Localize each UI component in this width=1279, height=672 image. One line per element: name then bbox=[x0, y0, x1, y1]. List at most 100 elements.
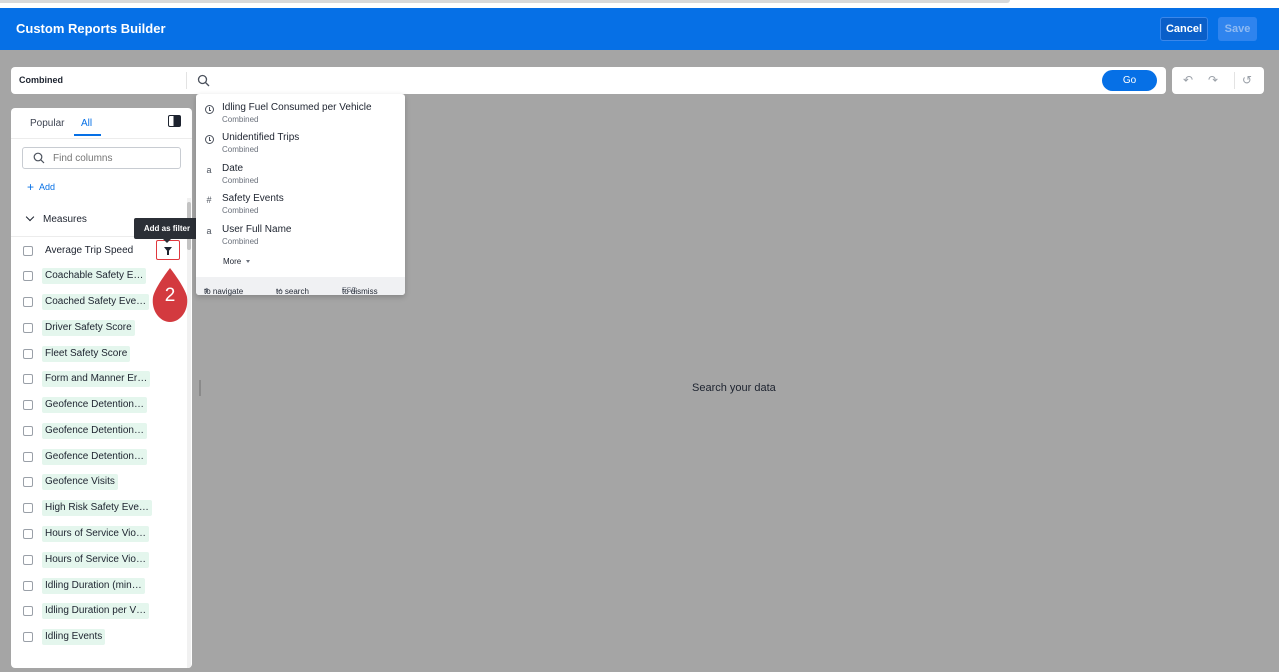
undo-icon[interactable]: ↶ bbox=[1181, 73, 1195, 87]
checkbox[interactable] bbox=[23, 297, 33, 307]
caret-down-icon bbox=[246, 260, 251, 263]
suggestion-name: User Full Name bbox=[222, 224, 292, 235]
checkbox[interactable] bbox=[23, 426, 33, 436]
search-bar[interactable]: Combined Go bbox=[11, 67, 1166, 94]
chevron-down-icon bbox=[25, 212, 35, 222]
plus-icon: + bbox=[27, 180, 35, 194]
section-title: Measures bbox=[43, 214, 87, 225]
page-title: Custom Reports Builder bbox=[16, 21, 166, 36]
checkbox[interactable] bbox=[23, 555, 33, 565]
history-controls: ↶ ↷ ↺ bbox=[1172, 67, 1264, 94]
navigate-hint-text: to navigate bbox=[204, 287, 244, 296]
measures-section-header[interactable]: Measures bbox=[25, 212, 87, 225]
save-button[interactable]: Save bbox=[1218, 17, 1257, 41]
add-column-button[interactable]: + Add bbox=[27, 180, 55, 194]
column-label: Geofence Detention… bbox=[42, 423, 147, 439]
suggestion-source: Combined bbox=[222, 237, 259, 246]
column-label: Idling Events bbox=[42, 629, 106, 645]
top-strip bbox=[0, 0, 1279, 8]
dismiss-hint-text: to dismiss bbox=[342, 287, 378, 296]
column-label: Coached Safety Eve… bbox=[42, 294, 150, 310]
checkbox[interactable] bbox=[23, 581, 33, 591]
top-strip-line bbox=[0, 0, 1010, 3]
tab-all[interactable]: All bbox=[81, 118, 92, 129]
column-label: Geofence Detention… bbox=[42, 449, 147, 465]
checkbox[interactable] bbox=[23, 271, 33, 281]
column-label: Idling Duration per V… bbox=[42, 603, 150, 619]
list-item[interactable]: Hours of Service Vio… bbox=[11, 522, 187, 546]
column-label: Driver Safety Score bbox=[42, 320, 135, 336]
suggestion-item[interactable]: Unidentified Trips Combined bbox=[196, 130, 405, 160]
list-item[interactable]: Idling Duration per V… bbox=[11, 599, 187, 623]
list-item[interactable]: Fleet Safety Score bbox=[11, 342, 187, 366]
more-button[interactable]: More bbox=[223, 257, 251, 266]
suggestion-item[interactable]: # Safety Events Combined bbox=[196, 191, 405, 221]
reset-icon[interactable]: ↺ bbox=[1240, 73, 1254, 87]
list-item[interactable]: Idling Events bbox=[11, 625, 187, 649]
column-label: Geofence Visits bbox=[42, 474, 118, 490]
step-callout-marker: 2 bbox=[150, 267, 190, 323]
more-label: More bbox=[223, 257, 242, 266]
add-label: Add bbox=[39, 182, 56, 192]
search-icon bbox=[33, 152, 45, 164]
suggestion-name: Safety Events bbox=[222, 193, 284, 204]
list-item[interactable]: Geofence Detention… bbox=[11, 445, 187, 469]
checkbox[interactable] bbox=[23, 349, 33, 359]
text-icon: a bbox=[206, 226, 212, 236]
callout-number: 2 bbox=[164, 285, 176, 306]
suggestion-source: Combined bbox=[222, 145, 259, 154]
suggestion-name: Idling Fuel Consumed per Vehicle bbox=[222, 102, 372, 113]
panel-toggle-icon[interactable] bbox=[168, 115, 181, 127]
list-item[interactable]: Geofence Visits bbox=[11, 470, 187, 494]
suggestion-name: Unidentified Trips bbox=[222, 132, 300, 143]
checkbox[interactable] bbox=[23, 477, 33, 487]
suggestion-item[interactable]: a Date Combined bbox=[196, 161, 405, 191]
suggestion-source: Combined bbox=[222, 176, 259, 185]
list-item[interactable]: Form and Manner Er… bbox=[11, 367, 187, 391]
searchbar-divider bbox=[186, 72, 187, 89]
suggestion-name: Date bbox=[222, 163, 244, 174]
number-icon: # bbox=[206, 195, 212, 205]
checkbox[interactable] bbox=[23, 452, 33, 462]
column-label: Hours of Service Vio… bbox=[42, 552, 149, 568]
checkbox[interactable] bbox=[23, 503, 33, 513]
checkbox[interactable] bbox=[23, 529, 33, 539]
cancel-button[interactable]: Cancel bbox=[1160, 17, 1208, 41]
panel-tabs: Popular All bbox=[11, 108, 192, 139]
column-label: Geofence Detention… bbox=[42, 397, 147, 413]
column-label: Form and Manner Er… bbox=[42, 371, 151, 387]
list-item[interactable]: Geofence Detention… bbox=[11, 419, 187, 443]
column-label: High Risk Safety Eve… bbox=[42, 500, 152, 516]
checkbox[interactable] bbox=[23, 246, 33, 256]
checkbox[interactable] bbox=[23, 632, 33, 642]
redo-icon[interactable]: ↷ bbox=[1206, 73, 1220, 87]
text-icon: a bbox=[206, 165, 212, 175]
checkbox[interactable] bbox=[23, 374, 33, 384]
tab-popular[interactable]: Popular bbox=[30, 118, 64, 129]
go-button[interactable]: Go bbox=[1102, 70, 1157, 91]
find-columns-input[interactable] bbox=[22, 147, 181, 169]
suggestion-source: Combined bbox=[222, 206, 259, 215]
filter-icon bbox=[164, 246, 172, 255]
list-item[interactable]: Idling Duration (min… bbox=[11, 574, 187, 598]
checkbox[interactable] bbox=[23, 400, 33, 410]
column-label: Fleet Safety Score bbox=[42, 346, 131, 362]
add-as-filter-tooltip: Add as filter bbox=[134, 218, 200, 243]
column-label: Average Trip Speed bbox=[45, 245, 134, 256]
checkbox[interactable] bbox=[23, 606, 33, 616]
tabs-divider bbox=[11, 138, 192, 139]
clock-icon bbox=[205, 105, 214, 114]
suggestion-item[interactable]: a User Full Name Combined bbox=[196, 222, 405, 252]
checkbox[interactable] bbox=[23, 323, 33, 333]
list-item[interactable]: Hours of Service Vio… bbox=[11, 548, 187, 572]
list-item[interactable]: Geofence Detention… bbox=[11, 393, 187, 417]
suggestion-item[interactable]: Idling Fuel Consumed per Vehicle Combine… bbox=[196, 100, 405, 130]
columns-panel: Popular All + Add Measures Average Trip S… bbox=[11, 108, 192, 668]
empty-state-text: Search your data bbox=[692, 382, 776, 394]
app-header: Custom Reports Builder Cancel Save bbox=[0, 8, 1279, 50]
active-tab-indicator bbox=[74, 134, 101, 136]
panel-resize-handle[interactable] bbox=[199, 380, 201, 396]
add-as-filter-button[interactable] bbox=[156, 240, 180, 260]
data-source-label[interactable]: Combined bbox=[19, 75, 63, 85]
list-item[interactable]: High Risk Safety Eve… bbox=[11, 496, 187, 520]
